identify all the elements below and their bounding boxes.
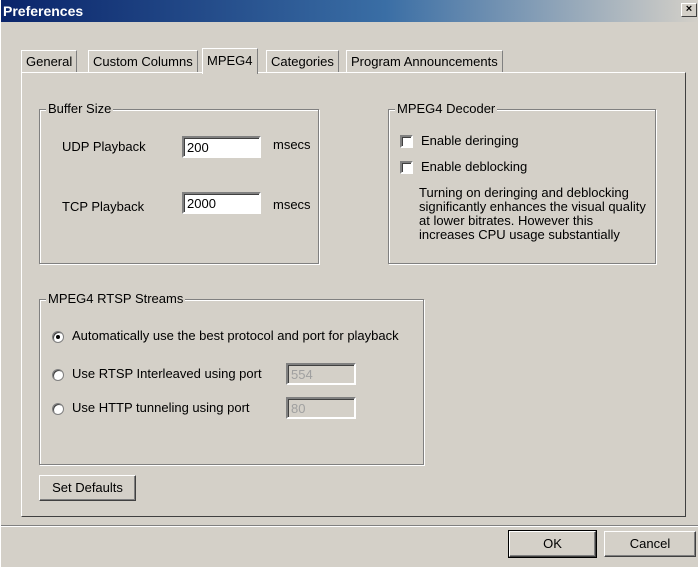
- window-title: Preferences: [3, 3, 84, 19]
- udp-playback-label: UDP Playback: [62, 139, 146, 154]
- buffer-size-group: Buffer Size UDP Playback 200 msecs TCP P…: [39, 101, 319, 264]
- close-button[interactable]: ×: [681, 3, 697, 17]
- udp-unit-label: msecs: [273, 137, 311, 152]
- tcp-unit-label: msecs: [273, 197, 311, 212]
- tcp-playback-label: TCP Playback: [62, 199, 145, 214]
- decoder-description: Turning on deringing and deblocking sign…: [419, 185, 646, 242]
- rtsp-interleaved-port-input: 554: [286, 363, 356, 385]
- radio-http-tunneling[interactable]: [52, 403, 64, 415]
- radio-auto-protocol[interactable]: [52, 331, 64, 343]
- http-tunneling-port-input: 80: [286, 397, 356, 419]
- mpeg4-rtsp-streams-group-title: MPEG4 RTSP Streams: [46, 291, 186, 306]
- mpeg4-decoder-group: MPEG4 Decoder Enable deringing Enable de…: [388, 101, 656, 264]
- mpeg4-rtsp-streams-group: MPEG4 RTSP Streams Automatically use the…: [39, 291, 424, 465]
- mpeg4-tab-panel: Buffer Size UDP Playback 200 msecs TCP P…: [21, 72, 686, 517]
- enable-deringing-label[interactable]: Enable deringing: [421, 133, 519, 148]
- radio-http-tunneling-label[interactable]: Use HTTP tunneling using port: [72, 400, 250, 415]
- buffer-size-group-title: Buffer Size: [46, 101, 114, 116]
- tab-categories[interactable]: Categories: [266, 50, 339, 73]
- tcp-playback-input[interactable]: 2000: [182, 192, 261, 214]
- udp-playback-input[interactable]: 200: [182, 136, 261, 158]
- tab-mpeg4[interactable]: MPEG4: [202, 48, 258, 74]
- tab-general[interactable]: General: [21, 50, 78, 73]
- radio-rtsp-interleaved-label[interactable]: Use RTSP Interleaved using port: [72, 366, 262, 381]
- enable-deringing-checkbox[interactable]: [400, 135, 413, 148]
- cancel-button[interactable]: Cancel: [604, 531, 696, 557]
- set-defaults-button[interactable]: Set Defaults: [39, 475, 136, 501]
- enable-deblocking-checkbox[interactable]: [400, 161, 413, 174]
- close-icon: ×: [685, 3, 693, 15]
- radio-auto-protocol-label[interactable]: Automatically use the best protocol and …: [72, 328, 399, 343]
- preferences-window: Preferences × General Custom Columns MPE…: [0, 0, 698, 567]
- tab-program-announcements[interactable]: Program Announcements: [346, 50, 503, 73]
- ok-button[interactable]: OK: [508, 530, 597, 558]
- footer-divider: [1, 525, 698, 527]
- radio-rtsp-interleaved[interactable]: [52, 369, 64, 381]
- mpeg4-decoder-group-title: MPEG4 Decoder: [395, 101, 498, 116]
- title-bar[interactable]: Preferences ×: [1, 0, 698, 22]
- tab-custom-columns[interactable]: Custom Columns: [88, 50, 198, 73]
- enable-deblocking-label[interactable]: Enable deblocking: [421, 159, 527, 174]
